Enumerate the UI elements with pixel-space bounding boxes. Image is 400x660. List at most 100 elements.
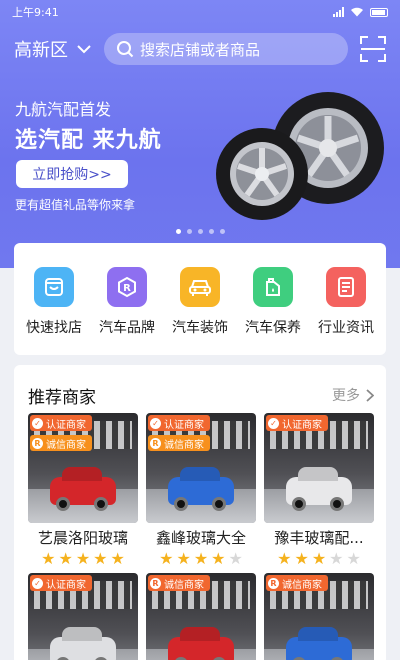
merchant-rating: ★ ★ ★ ★ ★ bbox=[28, 550, 138, 568]
carousel-dot[interactable] bbox=[220, 229, 225, 234]
merchant-badge: R 诚信商家 bbox=[148, 575, 210, 591]
chevron-down-icon bbox=[77, 45, 91, 54]
merchant-badge: ✓ 认证商家 bbox=[148, 415, 210, 431]
category-item[interactable]: 行业资讯 bbox=[310, 267, 382, 355]
badge-icon: ✓ bbox=[32, 417, 43, 429]
brand-r-icon: R bbox=[107, 267, 147, 307]
star-icon: ★ bbox=[41, 549, 56, 568]
badge-icon: ✓ bbox=[268, 417, 279, 429]
merchant-badge: R 诚信商家 bbox=[266, 575, 328, 591]
merchant-photo: R 诚信商家 bbox=[264, 573, 374, 660]
merchant-badge: ✓ 认证商家 bbox=[30, 415, 92, 431]
oil-can-icon bbox=[253, 267, 293, 307]
carousel-dot[interactable] bbox=[198, 229, 203, 234]
badge-icon: R bbox=[150, 577, 161, 589]
star-icon: ★ bbox=[329, 549, 344, 568]
badge-label: 认证商家 bbox=[164, 419, 204, 431]
category-item[interactable]: R 汽车品牌 bbox=[91, 267, 163, 355]
section-title: 推荐商家 bbox=[28, 388, 96, 408]
tires-image bbox=[216, 92, 384, 220]
status-bar: 上午9:41 bbox=[0, 0, 400, 24]
merchant-badge: ✓ 认证商家 bbox=[266, 415, 328, 431]
buy-now-button[interactable]: 立即抢购>> bbox=[16, 160, 128, 188]
star-icon: ★ bbox=[93, 549, 108, 568]
star-icon: ★ bbox=[159, 549, 174, 568]
merchant-name: 豫丰玻璃配... bbox=[274, 529, 364, 547]
badge-label: 认证商家 bbox=[46, 579, 86, 591]
carousel-dots[interactable] bbox=[176, 229, 225, 234]
category-label: 汽车保养 bbox=[245, 320, 301, 336]
section-header: 推荐商家 更多 bbox=[14, 365, 386, 411]
car-icon bbox=[180, 267, 220, 307]
merchant-card[interactable]: ✓ 认证商家豫丰玻璃配... ★ ★ ★ ★ ★ bbox=[264, 413, 374, 568]
merchant-card[interactable]: ✓ 认证商家 R 诚信商家 艺晨洛阳玻璃 ★ ★ ★ ★ ★ bbox=[28, 413, 138, 568]
badge-icon: ✓ bbox=[32, 577, 43, 589]
chevron-right-icon bbox=[366, 388, 374, 402]
category-item[interactable]: 汽车装饰 bbox=[164, 267, 236, 355]
city-selector[interactable]: 高新区 bbox=[14, 36, 92, 62]
category-label: 快速找店 bbox=[26, 320, 82, 336]
news-icon bbox=[326, 267, 366, 307]
merchant-card[interactable]: ✓ 认证商家 bbox=[28, 573, 138, 660]
badge-label: 认证商家 bbox=[46, 419, 86, 431]
star-icon: ★ bbox=[110, 549, 125, 568]
search-box[interactable]: 搜索店铺或者商品 bbox=[104, 33, 348, 65]
merchant-rating: ★ ★ ★ ★ ★ bbox=[146, 550, 256, 568]
badge-label: 诚信商家 bbox=[164, 579, 204, 591]
badge-label: 诚信商家 bbox=[46, 439, 86, 451]
merchant-badge: R 诚信商家 bbox=[30, 435, 92, 451]
category-item[interactable]: 快速找店 bbox=[18, 267, 90, 355]
category-label: 汽车品牌 bbox=[99, 320, 155, 336]
merchant-photo: R 诚信商家 bbox=[146, 573, 256, 660]
store-icon bbox=[34, 267, 74, 307]
hero-banner: 上午9:41 高新区 搜索店铺或者商品 九航汽配首发 选汽配 来九航 立即抢购>… bbox=[0, 0, 400, 268]
signal-icon bbox=[333, 7, 344, 17]
badge-icon: R bbox=[150, 437, 161, 449]
badge-icon: R bbox=[32, 437, 43, 449]
carousel-dot[interactable] bbox=[176, 229, 181, 234]
status-time: 上午9:41 bbox=[12, 6, 59, 19]
svg-text:R: R bbox=[123, 283, 131, 294]
star-icon: ★ bbox=[294, 549, 309, 568]
more-link[interactable]: 更多 bbox=[332, 385, 374, 405]
merchant-name: 鑫峰玻璃大全 bbox=[155, 529, 246, 547]
scan-icon[interactable] bbox=[360, 36, 386, 62]
badge-icon: ✓ bbox=[150, 417, 161, 429]
badge-label: 认证商家 bbox=[282, 419, 322, 431]
merchant-photo: ✓ 认证商家 R 诚信商家 bbox=[146, 413, 256, 523]
star-icon: ★ bbox=[75, 549, 91, 568]
category-panel: 快速找店 R 汽车品牌 汽车装饰 汽车保养 行业资讯 bbox=[14, 243, 386, 355]
banner-subtitle: 九航汽配首发 bbox=[15, 100, 112, 119]
badge-icon: R bbox=[268, 577, 279, 589]
battery-icon bbox=[370, 7, 388, 17]
top-bar: 高新区 搜索店铺或者商品 bbox=[0, 30, 400, 68]
carousel-dot[interactable] bbox=[209, 229, 214, 234]
badge-label: 诚信商家 bbox=[164, 439, 204, 451]
star-icon: ★ bbox=[211, 549, 226, 568]
merchant-badge: ✓ 认证商家 bbox=[30, 575, 92, 591]
star-icon: ★ bbox=[277, 549, 292, 568]
star-icon: ★ bbox=[193, 549, 209, 568]
banner-title: 选汽配 来九航 bbox=[15, 128, 162, 153]
merchant-card[interactable]: ✓ 认证商家 R 诚信商家 鑫峰玻璃大全 ★ ★ ★ ★ ★ bbox=[146, 413, 256, 568]
star-icon: ★ bbox=[58, 549, 73, 568]
search-icon bbox=[117, 41, 134, 58]
merchant-card[interactable]: R 诚信商家 bbox=[146, 573, 256, 660]
merchant-photo: ✓ 认证商家 bbox=[28, 573, 138, 660]
merchant-name: 艺晨洛阳玻璃 bbox=[37, 529, 128, 547]
star-icon: ★ bbox=[346, 549, 361, 568]
merchant-badge: R 诚信商家 bbox=[148, 435, 210, 451]
merchant-photo: ✓ 认证商家 bbox=[264, 413, 374, 523]
category-label: 汽车装饰 bbox=[172, 320, 228, 336]
merchant-rating: ★ ★ ★ ★ ★ bbox=[264, 550, 374, 568]
carousel-dot[interactable] bbox=[187, 229, 192, 234]
star-icon: ★ bbox=[176, 549, 191, 568]
merchant-card[interactable]: R 诚信商家 bbox=[264, 573, 374, 660]
search-placeholder: 搜索店铺或者商品 bbox=[140, 40, 261, 59]
banner-note: 更有超值礼品等你来拿 bbox=[15, 198, 136, 212]
badge-label: 诚信商家 bbox=[282, 579, 322, 591]
category-item[interactable]: 汽车保养 bbox=[237, 267, 309, 355]
wifi-icon bbox=[351, 7, 363, 17]
merchant-photo: ✓ 认证商家 R 诚信商家 bbox=[28, 413, 138, 523]
city-label: 高新区 bbox=[14, 40, 68, 61]
